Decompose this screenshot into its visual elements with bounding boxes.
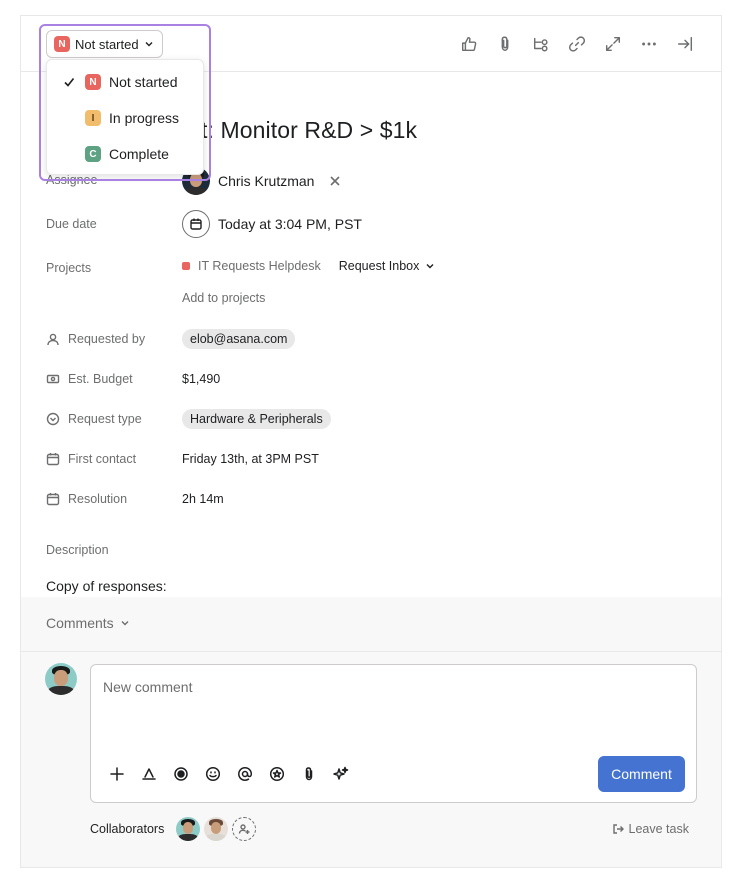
leave-icon [612,824,624,834]
comment-toolbar [107,764,351,784]
chevron-down-icon [121,621,129,626]
link-icon[interactable] [567,32,587,56]
due-date-value[interactable]: Today at 3:04 PM, PST [182,210,362,238]
description-text[interactable]: Copy of responses: [46,578,167,594]
comment-submit-button[interactable]: Comment [598,756,685,792]
comments-toggle-label: Comments [46,615,114,631]
status-pill: N [85,74,101,90]
collaborators-list [176,817,256,841]
plus-icon[interactable] [107,764,127,784]
add-to-projects-link[interactable]: Add to projects [182,291,265,305]
comments-area: Comments New comment Comment Collaborato… [21,597,721,867]
task-title[interactable]: t: Monitor R&D > $1k [201,117,417,144]
add-person-icon [238,824,250,834]
status-option-not-started[interactable]: N Not started [47,64,205,100]
status-option-label: Not started [109,74,178,90]
add-collaborator-button[interactable] [232,817,256,841]
resolution-value[interactable]: 2h 14m [182,492,224,506]
leave-task-button[interactable]: Leave task [612,822,689,836]
current-user-avatar [45,663,77,695]
assignee-label-text: Assignee [46,173,98,187]
emoji-icon[interactable] [203,764,223,784]
comments-toggle[interactable]: Comments [46,615,130,631]
status-pill: N [54,36,70,52]
resolution-label: Resolution [46,492,127,506]
request-type-value[interactable]: Hardware & Peripherals [182,409,331,429]
assignee-value[interactable]: Chris Krutzman [182,167,342,195]
comments-divider [21,651,721,652]
status-pill: I [85,110,101,126]
project-row: IT Requests Helpdesk Request Inbox [182,259,435,273]
requested-by-value[interactable]: elob@asana.com [182,329,296,349]
project-color-dot [182,262,190,270]
status-option-complete[interactable]: C Complete [47,136,205,172]
like-icon[interactable] [459,32,479,56]
subtask-icon[interactable] [531,32,551,56]
first-contact-label-text: First contact [68,452,137,466]
due-date-text: Today at 3:04 PM, PST [218,216,362,232]
status-label: Not started [75,36,139,52]
status-option-label: In progress [109,110,180,126]
projects-label-text: Projects [46,261,92,275]
status-menu: N Not started I In progress C Complete [46,59,204,175]
description-label: Description [46,543,109,557]
leave-task-label: Leave task [628,822,689,836]
text-format-icon[interactable] [139,764,159,784]
requested-by-chip: elob@asana.com [182,329,296,349]
collaborator-avatar[interactable] [176,817,200,841]
resolution-label-text: Resolution [68,492,128,506]
comment-input[interactable]: New comment [103,679,192,695]
first-contact-label: First contact [46,452,136,466]
expand-icon[interactable] [603,32,623,56]
status-option-in-progress[interactable]: I In progress [47,100,205,136]
attachment-icon[interactable] [299,764,319,784]
header-toolbar [459,32,695,56]
mention-icon[interactable] [235,764,255,784]
assignee-name: Chris Krutzman [218,173,315,189]
budget-label-text: Est. Budget [68,372,133,386]
star-icon[interactable] [267,764,287,784]
requested-by-label: Requested by [46,332,145,346]
more-icon[interactable] [639,32,659,56]
request-type-chip: Hardware & Peripherals [182,409,331,429]
person-icon [47,333,59,346]
close-panel-icon[interactable] [675,32,695,56]
projects-label: Projects [46,261,91,275]
due-date-label-text: Due date [46,217,97,231]
ai-sparkle-icon[interactable] [331,764,351,784]
record-icon[interactable] [171,764,191,784]
remove-assignee-icon[interactable] [328,174,342,188]
chevron-down-icon [426,264,434,269]
project-section-dropdown[interactable]: Request Inbox [339,259,436,273]
chevron-down-icon [145,42,153,47]
requested-by-label-text: Requested by [68,332,146,346]
status-option-label: Complete [109,146,169,162]
project-section: Request Inbox [338,259,420,273]
request-type-label-text: Request type [68,412,142,426]
check-icon [47,76,77,88]
budget-value[interactable]: $1,490 [182,372,220,386]
calendar-icon [46,493,60,506]
status-dropdown-button[interactable]: N Not started [46,30,163,58]
calendar-icon [46,453,60,466]
first-contact-value[interactable]: Friday 13th, at 3PM PST [182,452,319,466]
collaborators-label: Collaborators [90,822,165,836]
due-date-label: Due date [46,217,97,231]
calendar-icon [182,210,210,238]
request-type-label: Request type [46,412,142,426]
collaborator-avatar[interactable] [204,817,228,841]
status-pill: C [85,146,101,162]
project-name[interactable]: IT Requests Helpdesk [198,259,321,273]
money-icon [46,374,60,384]
comment-composer[interactable]: New comment Comment [90,664,697,803]
assignee-label: Assignee [46,173,97,187]
budget-label: Est. Budget [46,372,133,386]
dropdown-field-icon [46,412,60,426]
attachment-icon[interactable] [495,32,515,56]
